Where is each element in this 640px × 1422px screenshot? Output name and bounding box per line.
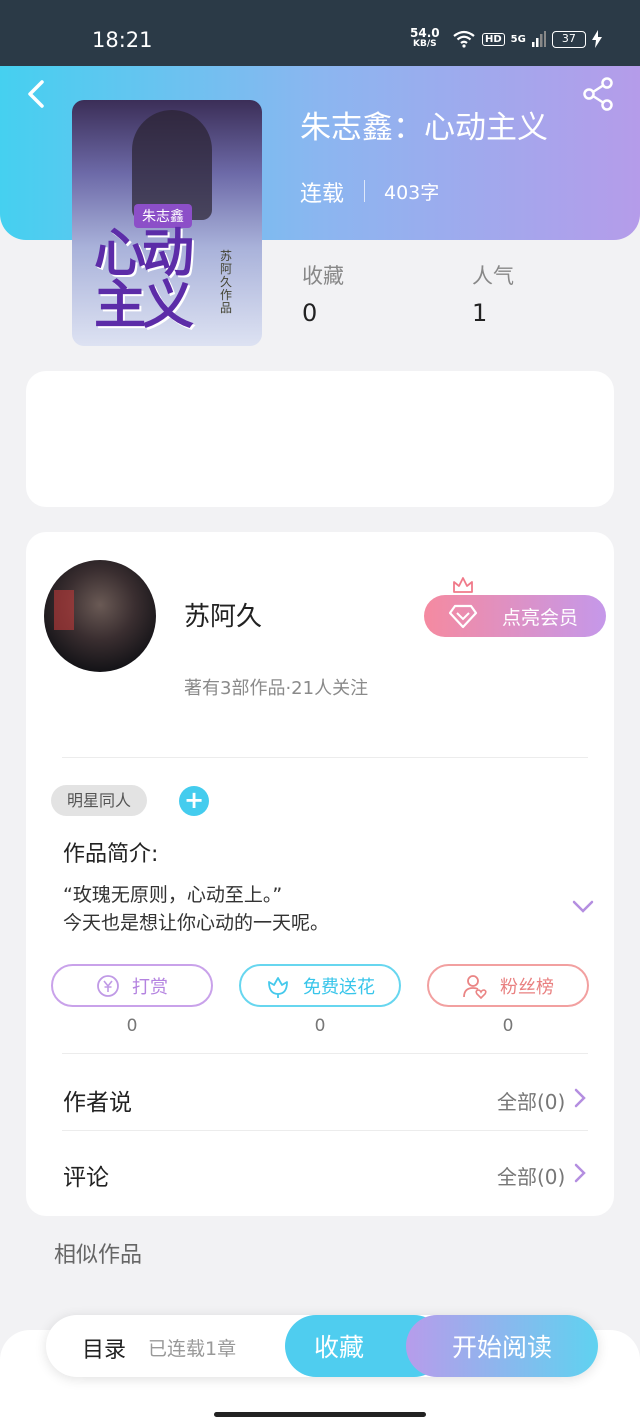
- intro-line: “玫瑰无原则，心动至上。”: [63, 884, 283, 906]
- yen-coin-icon: [97, 974, 119, 997]
- status-bar: 18:21 54.0 KB/S HD 5G 37: [0, 0, 640, 66]
- chevron-right-icon: [574, 1163, 586, 1183]
- chevron-right-icon: [574, 1088, 586, 1108]
- reward-label: 打赏: [132, 976, 168, 998]
- author-name[interactable]: 苏阿久: [184, 596, 262, 633]
- stat-label-popularity: 人气: [472, 264, 514, 288]
- net-speed-value: 54.0: [410, 26, 440, 40]
- start-reading-button[interactable]: 开始阅读: [406, 1315, 598, 1377]
- divider: [62, 1053, 588, 1054]
- reward-button[interactable]: 打赏: [51, 964, 213, 1007]
- stat-label-collect: 收藏: [302, 264, 344, 288]
- stat-value-collect: 0: [302, 299, 318, 327]
- net-speed: 54.0 KB/S: [410, 26, 440, 50]
- crown-icon: [453, 577, 473, 593]
- fans-rank-label: 粉丝榜: [500, 976, 554, 998]
- comments-label: 评论: [63, 1165, 109, 1191]
- start-reading-label: 开始阅读: [451, 1333, 552, 1362]
- vip-button-label: 点亮会员: [501, 606, 578, 629]
- similar-works-title: 相似作品: [54, 1243, 143, 1268]
- intro-line: 今天也是想让你心动的一天呢。: [63, 912, 330, 934]
- divider: [62, 1130, 588, 1131]
- free-flower-count: 0: [314, 1016, 326, 1036]
- signal-icon: [531, 31, 546, 47]
- author-avatar[interactable]: [44, 560, 156, 672]
- diamond-icon: [448, 604, 478, 629]
- blank-card: [26, 371, 614, 507]
- signal-label: 5G: [510, 33, 526, 45]
- charging-icon: [591, 30, 602, 48]
- cover-author: 苏阿久作品: [220, 249, 233, 315]
- tag-pill[interactable]: 明星同人: [51, 785, 147, 816]
- chevron-down-icon[interactable]: [570, 894, 596, 920]
- battery-indicator: 37: [551, 30, 586, 48]
- header-divider: [364, 180, 365, 202]
- free-flower-label: 免费送花: [303, 976, 375, 998]
- hd-badge: HD: [482, 32, 505, 46]
- intro-title: 作品简介:: [63, 842, 159, 867]
- collect-label: 收藏: [313, 1333, 364, 1362]
- book-cover[interactable]: 朱志鑫 心动主义 苏阿久作品: [72, 100, 262, 346]
- home-indicator[interactable]: [214, 1412, 426, 1417]
- avatar-light: [54, 590, 74, 630]
- status-time: 18:21: [92, 28, 153, 52]
- user-heart-icon: [463, 974, 487, 999]
- cover-title: 心动主义: [94, 223, 194, 336]
- share-icon[interactable]: [580, 76, 616, 112]
- toc-chapter-count: 已连载1章: [148, 1338, 237, 1360]
- back-arrow-icon[interactable]: [20, 76, 56, 112]
- book-status: 连载: [300, 182, 345, 207]
- author-says-all: 全部(0): [497, 1090, 566, 1114]
- divider: [62, 757, 588, 758]
- net-speed-unit: KB/S: [413, 39, 437, 49]
- reward-count: 0: [126, 1016, 138, 1036]
- book-title: 朱志鑫：心动主义: [300, 110, 548, 146]
- status-icons: HD 5G 37: [452, 30, 602, 48]
- stat-value-popularity: 1: [472, 299, 488, 327]
- add-tag-button[interactable]: +: [179, 786, 209, 816]
- fans-rank-count: 0: [502, 1016, 514, 1036]
- toc-button[interactable]: 目录: [82, 1332, 126, 1364]
- comments-all: 全部(0): [497, 1165, 566, 1189]
- fans-rank-button[interactable]: 粉丝榜: [427, 964, 589, 1007]
- free-flower-button[interactable]: 免费送花: [239, 964, 401, 1007]
- author-meta: 著有3部作品·21人关注: [184, 678, 369, 699]
- flower-icon: [268, 976, 288, 998]
- author-says-label: 作者说: [63, 1090, 132, 1116]
- book-word-count: 403字: [384, 182, 440, 204]
- wifi-icon: [453, 30, 475, 48]
